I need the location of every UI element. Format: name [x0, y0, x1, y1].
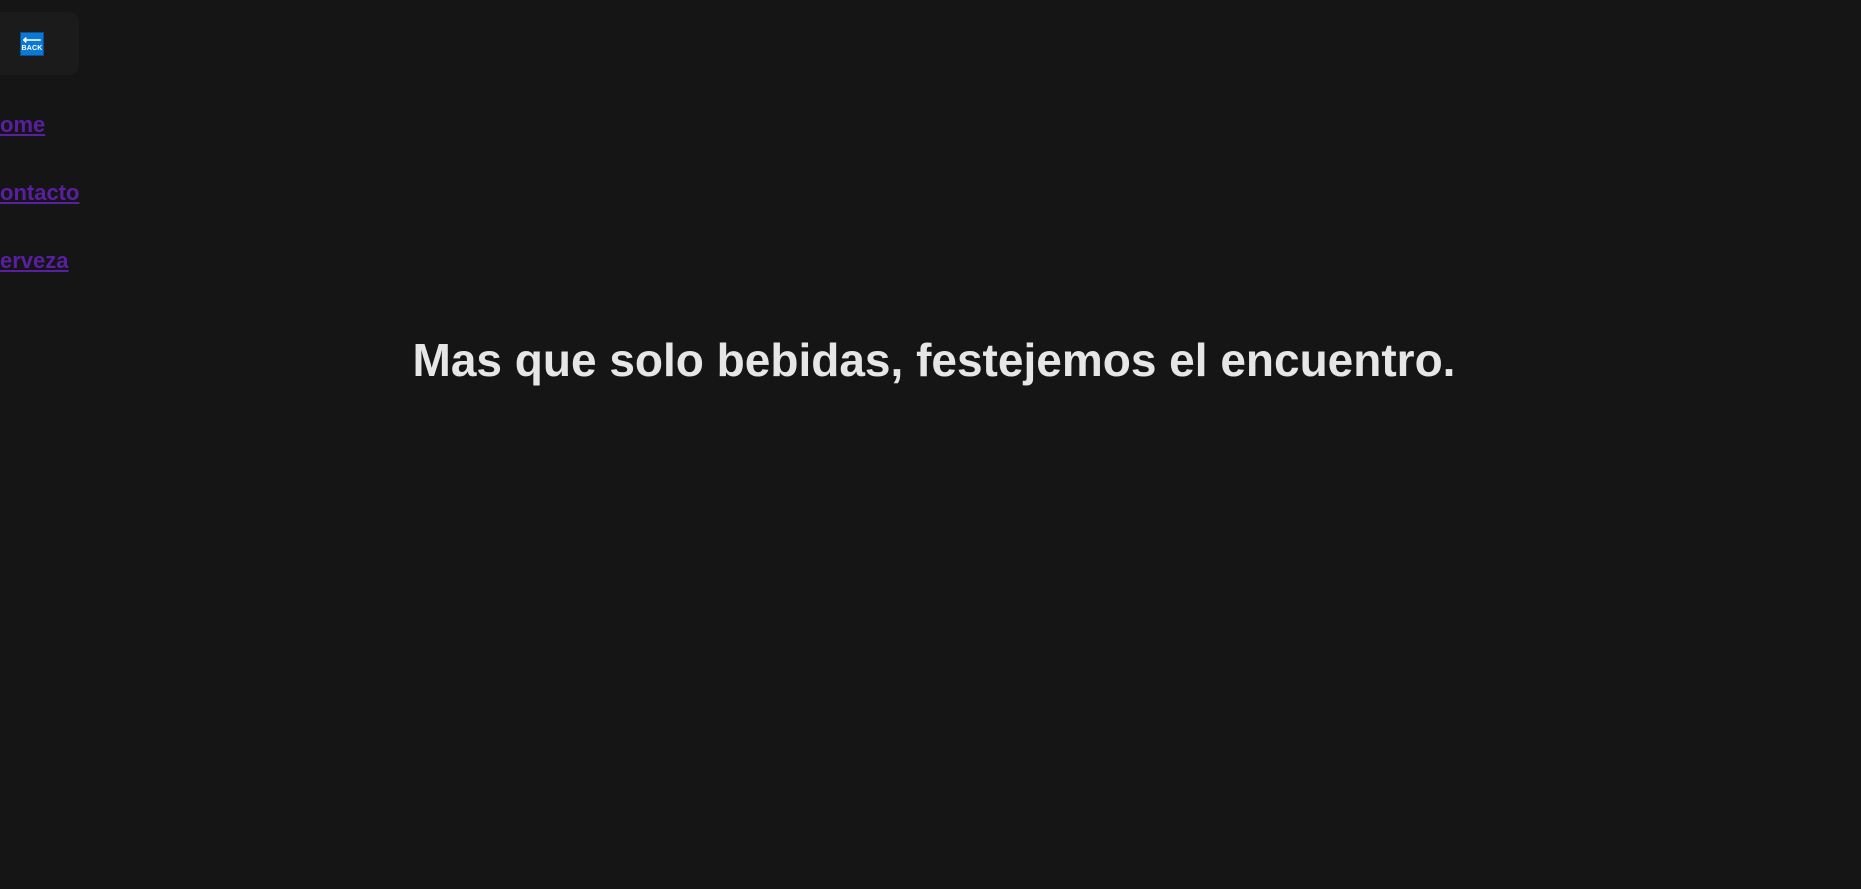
- hero-headline: Mas que solo bebidas, festejemos el encu…: [412, 334, 1456, 386]
- nav-link-contacto[interactable]: ontacto: [0, 180, 79, 206]
- nav-link-cerveza[interactable]: erveza: [0, 248, 69, 274]
- back-label: BACK: [21, 45, 43, 52]
- page: ⟵ BACK ome ontacto erveza Mas que solo b…: [0, 0, 1861, 889]
- back-arrow-icon: ⟵: [22, 32, 42, 47]
- back-button[interactable]: ⟵ BACK: [20, 32, 44, 56]
- nav-link-home[interactable]: ome: [0, 112, 45, 138]
